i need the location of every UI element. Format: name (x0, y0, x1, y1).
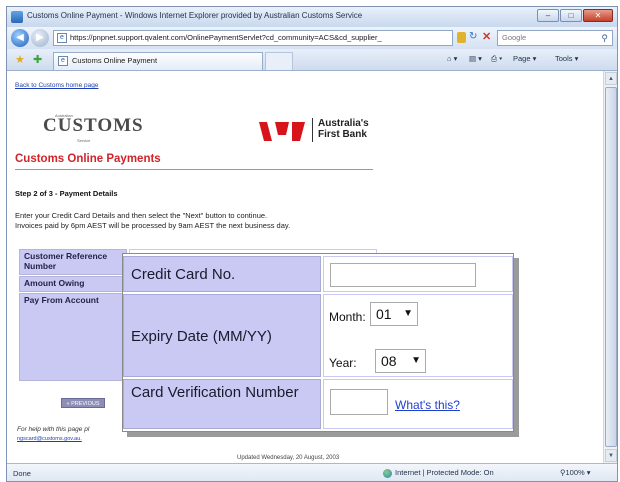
instruction-line-2: Invoices paid by 6pm AEST will be proces… (15, 221, 291, 230)
stop-icon[interactable]: ✕ (482, 30, 491, 43)
status-text: Done (13, 469, 31, 478)
chevron-down-icon: ▼ (411, 355, 421, 366)
credit-card-label: Credit Card No. (123, 256, 321, 292)
address-url: https://pnpnet.support.qvalent.com/Onlin… (70, 33, 382, 42)
tab-toolbar: ★ ✚ e Customs Online Payment ⌂ ▾ ▤ ▾ ⎙ ▾… (7, 49, 617, 71)
customs-logo-bottom: Service (77, 138, 91, 143)
search-placeholder: Google (502, 33, 527, 42)
page-menu[interactable]: Page ▾ (513, 54, 536, 63)
year-value: 08 (381, 353, 397, 369)
zoomed-card-details: Credit Card No. Expiry Date (MM/YY) Mont… (122, 253, 514, 432)
page-menu-label: Page (513, 54, 531, 63)
ie-icon (11, 11, 23, 23)
maximize-icon[interactable]: □ (560, 9, 582, 22)
expiry-date-cell: Month: 01 ▼ Year: 08 ▼ (323, 294, 513, 377)
month-label: Month: (329, 310, 366, 324)
whats-this-link[interactable]: What's this? (395, 398, 460, 412)
previous-button[interactable]: « PREVIOUS (61, 398, 105, 408)
vertical-scrollbar[interactable]: ▲ ▼ (603, 71, 617, 463)
card-verification-input[interactable] (330, 389, 388, 415)
card-verification-label: Card Verification Number (123, 379, 321, 429)
favorites-star-icon[interactable]: ★ (15, 53, 25, 66)
help-email-link[interactable]: ngscard@customs.gov.au. (17, 436, 82, 442)
amount-owing-label: Amount Owing (19, 276, 127, 292)
customs-logo: CUSTOMS (43, 115, 144, 136)
address-toolbar: ◀ ▶ e https://pnpnet.support.qvalent.com… (7, 27, 617, 49)
divider (15, 169, 373, 170)
scroll-thumb[interactable] (605, 87, 617, 447)
instructions: Enter your Credit Card Details and then … (15, 211, 290, 231)
help-text: For help with this page pl (17, 426, 90, 433)
print-icon[interactable]: ⎙ ▾ (491, 54, 502, 64)
bank-name-line1: Australia's (318, 118, 369, 129)
feeds-icon[interactable]: ▤ ▾ (469, 54, 482, 63)
close-icon[interactable]: ✕ (583, 9, 613, 22)
minimize-icon[interactable]: – (537, 9, 559, 22)
scroll-down-icon[interactable]: ▼ (605, 449, 617, 462)
tools-menu[interactable]: Tools ▾ (555, 54, 578, 63)
year-select[interactable]: 08 ▼ (375, 349, 426, 373)
home-icon[interactable]: ⌂ ▾ (447, 54, 457, 63)
year-label: Year: (329, 356, 357, 370)
tab-title: Customs Online Payment (72, 56, 158, 65)
step-indicator: Step 2 of 3 - Payment Details (15, 189, 118, 198)
card-verification-cell: What's this? (323, 379, 513, 429)
pay-from-account-label: Pay From Account (19, 293, 127, 381)
bank-name: Australia's First Bank (318, 118, 369, 140)
address-bar[interactable]: e https://pnpnet.support.qvalent.com/Onl… (53, 30, 453, 46)
tools-menu-label: Tools (555, 54, 573, 63)
window-title: Customs Online Payment - Windows Interne… (27, 11, 363, 20)
chevron-down-icon: ▼ (403, 308, 413, 319)
globe-icon (383, 468, 392, 478)
tab-customs-online-payment[interactable]: e Customs Online Payment (53, 52, 263, 70)
security-zone[interactable]: Internet | Protected Mode: On (383, 468, 494, 478)
scroll-up-icon[interactable]: ▲ (605, 72, 617, 85)
month-select[interactable]: 01 ▼ (370, 302, 418, 326)
expiry-date-label: Expiry Date (MM/YY) (123, 294, 321, 377)
page-icon: e (58, 56, 68, 66)
window-controls: – □ ✕ (537, 9, 613, 23)
page-title: Customs Online Payments (15, 153, 161, 165)
new-tab-button[interactable] (265, 52, 293, 70)
forward-arrow-icon[interactable]: ▶ (31, 29, 49, 47)
customer-reference-label: Customer Reference Number (19, 249, 127, 275)
title-bar: Customs Online Payment - Windows Interne… (7, 7, 617, 27)
lock-icon[interactable] (457, 32, 466, 43)
logo-divider (312, 118, 313, 142)
search-input[interactable]: Google ⚲ (497, 30, 613, 46)
page-icon: e (57, 33, 67, 43)
credit-card-input[interactable] (330, 263, 476, 287)
search-icon[interactable]: ⚲ (601, 31, 608, 45)
updated-date: Updated Wednesday, 20 August, 2003 (237, 455, 340, 461)
month-value: 01 (376, 306, 392, 322)
status-bar: Done Internet | Protected Mode: On ⚲100%… (7, 463, 617, 481)
add-favorite-icon[interactable]: ✚ (33, 53, 42, 66)
zoom-value: 100% (565, 468, 585, 477)
westpac-logo-icon (259, 122, 305, 141)
back-arrow-icon[interactable]: ◀ (11, 29, 29, 47)
credit-card-cell (323, 256, 513, 292)
refresh-icon[interactable]: ↻ (469, 31, 477, 42)
security-zone-label: Internet | Protected Mode: On (395, 468, 494, 477)
back-to-home-link[interactable]: Back to Customs home page (15, 82, 98, 89)
zoom-level[interactable]: ⚲100% ▾ (560, 468, 591, 477)
instruction-line-1: Enter your Credit Card Details and then … (15, 211, 268, 220)
bank-name-line2: First Bank (318, 129, 367, 140)
